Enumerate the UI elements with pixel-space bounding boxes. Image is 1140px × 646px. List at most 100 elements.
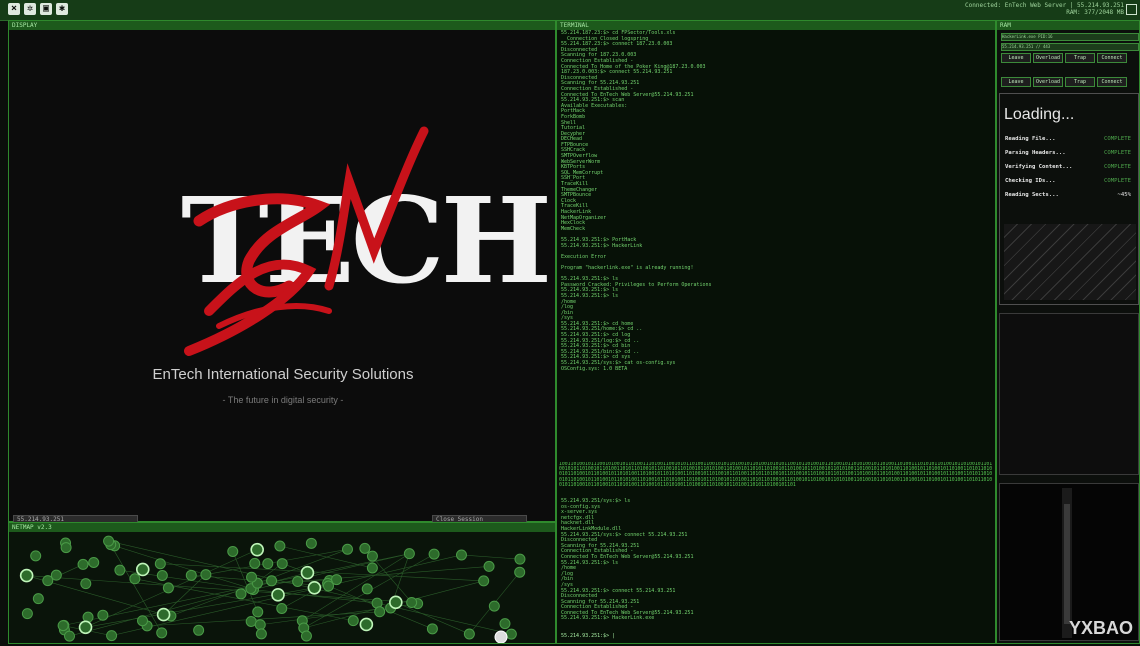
connect-button[interactable]: Connect	[1097, 53, 1127, 63]
netmap-node[interactable]	[193, 624, 205, 636]
netmap-node[interactable]	[156, 607, 171, 622]
loading-row-label: Checking IDs...	[1005, 178, 1056, 184]
netmap-node[interactable]	[245, 615, 257, 627]
netmap-node[interactable]	[249, 557, 261, 569]
netmap-link	[163, 574, 207, 615]
save-icon[interactable]: ▣	[40, 3, 52, 15]
netmap-node[interactable]	[30, 550, 42, 562]
netmap-node[interactable]	[403, 548, 415, 560]
terminal-log-top: 55.214.187.23:$> cd FPSector/Tools.xls C…	[561, 30, 712, 372]
netmap-node[interactable]	[426, 623, 438, 635]
netmap-node[interactable]	[156, 627, 168, 639]
netmap-node[interactable]	[154, 558, 166, 570]
netmap-node[interactable]	[235, 588, 247, 600]
netmap-node[interactable]	[252, 606, 264, 618]
netmap-node[interactable]	[389, 595, 403, 610]
netmap-link	[205, 574, 251, 589]
netmap-node[interactable]	[97, 609, 109, 621]
netmap-node[interactable]	[347, 615, 359, 627]
netmap-node[interactable]	[322, 580, 334, 592]
netmap-node[interactable]	[292, 575, 304, 587]
gear-icon[interactable]: ✲	[24, 3, 36, 15]
netmap-node[interactable]	[106, 630, 118, 642]
netmap-node[interactable]	[255, 628, 267, 640]
netmap-node[interactable]	[455, 549, 467, 561]
settings-icon[interactable]: ✱	[56, 3, 68, 15]
netmap-node[interactable]	[21, 608, 33, 620]
leave-button[interactable]: Leave	[1001, 77, 1031, 87]
terminal-prompt[interactable]: 55.214.93.251:$> |	[561, 633, 615, 639]
netmap-home-node[interactable]	[494, 630, 508, 643]
netmap-node[interactable]	[135, 562, 150, 577]
netmap-node[interactable]	[300, 565, 315, 580]
netmap-node[interactable]	[406, 596, 418, 608]
netmap-node[interactable]	[271, 588, 285, 602]
netmap-node[interactable]	[505, 628, 517, 640]
netmap-link	[108, 540, 162, 633]
netmap-node[interactable]	[276, 602, 288, 614]
netmap-node[interactable]	[359, 617, 374, 632]
netmap-node[interactable]	[514, 566, 526, 578]
netmap-node[interactable]	[366, 562, 378, 574]
netmap-node[interactable]	[57, 620, 69, 632]
netmap-node[interactable]	[300, 630, 312, 642]
netmap-node[interactable]	[103, 535, 115, 547]
netmap-node[interactable]	[428, 548, 440, 560]
top-bar: × ✲ ▣ ✱ Connected: EnTech Web Server | 5…	[0, 0, 1140, 21]
netmap-node[interactable]	[156, 570, 168, 582]
brand-signature-logo	[184, 126, 429, 356]
trap-button[interactable]: Trap	[1065, 53, 1095, 63]
netmap-node[interactable]	[246, 571, 258, 583]
netmap-node[interactable]	[341, 543, 353, 555]
netmap-node[interactable]	[262, 558, 274, 570]
netmap-node[interactable]	[32, 593, 44, 605]
netmap-node[interactable]	[305, 537, 317, 549]
loading-row-label: Verifying Content...	[1005, 164, 1073, 170]
netmap-node[interactable]	[361, 583, 373, 595]
leave-button[interactable]: Leave	[1001, 53, 1031, 63]
netmap-node[interactable]	[60, 542, 72, 554]
netmap-node[interactable]	[88, 556, 100, 568]
netmap-node[interactable]	[359, 542, 371, 554]
netmap-node[interactable]	[200, 569, 212, 581]
netmap-node[interactable]	[77, 558, 89, 570]
netmap-node[interactable]	[276, 558, 288, 570]
netmap-node[interactable]	[80, 578, 92, 590]
overload-button[interactable]: Overload	[1033, 53, 1063, 63]
netmap-node[interactable]	[185, 569, 197, 581]
netmap-node[interactable]	[266, 575, 278, 587]
connection-line: Connected: EnTech Web Server | 55.214.93…	[965, 2, 1124, 9]
netmap-node[interactable]	[366, 550, 378, 562]
netmap-node[interactable]	[463, 628, 475, 640]
netmap-node[interactable]	[162, 582, 174, 594]
netmap-node[interactable]	[19, 568, 34, 583]
netmap-node[interactable]	[374, 606, 386, 618]
connect-button[interactable]: Connect	[1097, 77, 1127, 87]
netmap-node[interactable]	[488, 600, 500, 612]
company-name: EnTech International Security Solutions	[152, 366, 414, 383]
netmap-node[interactable]	[137, 615, 149, 627]
terminal-hex-dump: 1001101001011100101001011010011101001100…	[559, 462, 993, 488]
netmap-node[interactable]	[514, 553, 526, 565]
netmap-link	[63, 553, 410, 626]
netmap-node[interactable]	[483, 560, 495, 572]
trap-button[interactable]: Trap	[1065, 77, 1095, 87]
netmap-node[interactable]	[274, 540, 286, 552]
netmap-node[interactable]	[64, 630, 76, 642]
netmap-node[interactable]	[129, 573, 141, 585]
netmap-canvas[interactable]	[9, 533, 555, 643]
netmap-node[interactable]	[50, 569, 62, 581]
netmap-node[interactable]	[478, 575, 490, 587]
netmap-node[interactable]	[227, 545, 239, 557]
netmap-node[interactable]	[307, 580, 322, 595]
ram-graph-bars	[1062, 488, 1072, 638]
close-icon[interactable]: ×	[8, 3, 20, 15]
netmap-node[interactable]	[254, 619, 266, 631]
netmap-node[interactable]	[499, 618, 511, 630]
window-toggle-icon[interactable]	[1126, 4, 1137, 15]
netmap-node[interactable]	[114, 564, 126, 576]
overload-button[interactable]: Overload	[1033, 77, 1063, 87]
netmap-node[interactable]	[250, 542, 264, 557]
netmap-header: NETMAP v2.3	[9, 523, 555, 532]
netmap-node[interactable]	[78, 620, 93, 635]
